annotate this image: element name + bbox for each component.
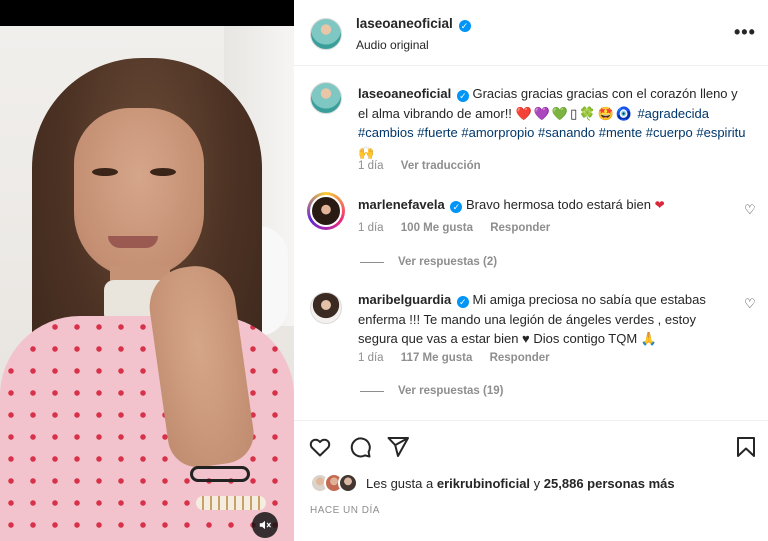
comment-text: maribelguardia ✓ Mi amiga preciosa no sa…: [358, 290, 738, 349]
hashtag-link[interactable]: #amorpropio: [461, 125, 534, 140]
likes-text: Les gusta a erikrubinoficial y 25,886 pe…: [366, 476, 675, 491]
media-top-bar: [0, 0, 294, 26]
person-eye-right: [150, 168, 176, 176]
beaded-bracelet: [196, 496, 266, 510]
caption-avatar[interactable]: [310, 82, 342, 114]
reply-button[interactable]: Responder: [490, 222, 550, 234]
reply-button[interactable]: Responder: [490, 352, 550, 364]
verified-badge-icon: ✓: [456, 296, 469, 308]
comment-like-icon[interactable]: ♡: [744, 296, 756, 312]
audio-label[interactable]: Audio original: [356, 38, 429, 52]
red-heart-emoji: ❤: [654, 198, 665, 212]
comments-section[interactable]: laseoaneoficial ✓ Gracias gracias gracia…: [294, 66, 768, 420]
comment-time[interactable]: 1 día: [358, 222, 384, 234]
media-panel[interactable]: [0, 0, 294, 541]
comment-likes[interactable]: 100 Me gusta: [401, 222, 473, 234]
hashtag-link[interactable]: #mente: [599, 125, 642, 140]
author-username[interactable]: laseoaneoficial: [356, 16, 453, 31]
sound-toggle-button[interactable]: [252, 512, 278, 538]
likes-prefix: Les gusta a: [366, 475, 434, 491]
more-options-icon[interactable]: •••: [734, 22, 756, 43]
verified-badge-icon: ✓: [456, 90, 469, 102]
hashtag-link[interactable]: #cuerpo: [646, 125, 693, 140]
caption-meta: 1 día Ver traducción: [358, 160, 495, 172]
comment-time[interactable]: 1 día: [358, 352, 384, 364]
person-mouth: [108, 236, 158, 248]
comment-likes[interactable]: 117 Me gusta: [401, 352, 473, 364]
likes-joiner: y: [533, 475, 541, 491]
verified-badge-icon: ✓: [450, 201, 463, 213]
hashtag-link[interactable]: #sanando: [538, 125, 595, 140]
caption: laseoaneoficial ✓ Gracias gracias gracia…: [358, 84, 748, 162]
comment-username[interactable]: maribelguardia: [358, 292, 451, 307]
caption-time[interactable]: 1 día: [358, 160, 384, 172]
likes-others[interactable]: 25,886 personas más: [544, 476, 675, 491]
post-timestamp[interactable]: HACE UN DÍA: [310, 505, 380, 516]
view-replies-label: Ver respuestas (2): [398, 256, 498, 268]
post-header: laseoaneoficial ✓ Audio original •••: [294, 0, 768, 66]
author-name-row: laseoaneoficial ✓: [356, 16, 471, 32]
bookmark-icon[interactable]: [734, 435, 758, 459]
hashtag-link[interactable]: #fuerte: [417, 125, 457, 140]
caption-emojis: ❤️💜💚▯🍀🤩🧿: [515, 105, 634, 121]
replies-divider: [360, 261, 384, 263]
comment-meta: 1 día 117 Me gusta Responder: [358, 352, 564, 364]
person-face: [74, 108, 204, 278]
view-replies-label: Ver respuestas (19): [398, 385, 504, 397]
view-replies-button[interactable]: Ver respuestas (2): [360, 256, 497, 268]
liker-avatar[interactable]: [338, 473, 358, 493]
replies-divider: [360, 390, 384, 392]
comment-text: marlenefavela ✓ Bravo hermosa todo estar…: [358, 195, 738, 216]
bracelet: [190, 466, 250, 482]
comment-like-icon[interactable]: ♡: [744, 202, 756, 218]
translate-link[interactable]: Ver traducción: [401, 160, 481, 172]
hashtag-link[interactable]: #cambios: [358, 125, 414, 140]
praying-hands-emoji: 🙏: [640, 331, 657, 346]
verified-badge-icon: ✓: [458, 20, 471, 32]
video-frame[interactable]: [0, 26, 294, 541]
comment-meta: 1 día 100 Me gusta Responder: [358, 222, 564, 234]
speaker-muted-icon: [259, 520, 271, 530]
post-actions: Les gusta a erikrubinoficial y 25,886 pe…: [294, 420, 768, 541]
commenter-avatar[interactable]: [310, 292, 342, 324]
comment-username[interactable]: marlenefavela: [358, 197, 445, 212]
speech-bubble-icon[interactable]: [348, 435, 372, 459]
comment-body: Bravo hermosa todo estará bien: [465, 197, 651, 212]
caption-end-emoji: 🙌: [358, 144, 375, 160]
liker-username[interactable]: erikrubinoficial: [437, 476, 530, 491]
commenter-avatar[interactable]: [310, 195, 342, 227]
hashtag-link[interactable]: #espiritu: [696, 125, 745, 140]
post-panel: laseoaneoficial ✓ Audio original ••• las…: [294, 0, 768, 541]
hashtag-link[interactable]: #agradecida: [637, 106, 709, 121]
author-avatar[interactable]: [310, 18, 342, 50]
person-eye-left: [92, 168, 118, 176]
paper-plane-icon[interactable]: [386, 435, 410, 459]
likes-summary: Les gusta a erikrubinoficial y 25,886 pe…: [310, 473, 675, 493]
heart-outline-icon[interactable]: [308, 435, 332, 459]
view-replies-button[interactable]: Ver respuestas (19): [360, 385, 503, 397]
caption-username[interactable]: laseoaneoficial: [358, 86, 451, 101]
